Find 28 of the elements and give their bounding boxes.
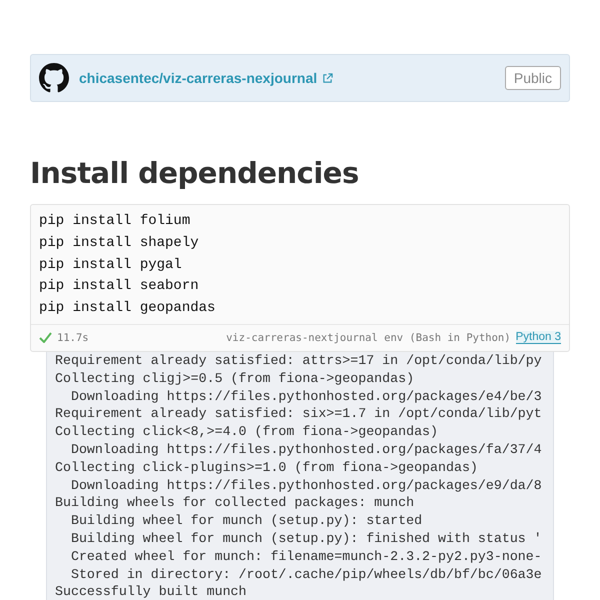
output-line: Building wheel for munch (setup.py): finished with status ' (70, 530, 542, 548)
output-line: Downloading https://files.pythonhosted.org/packages/e4/be/3 (70, 388, 542, 406)
environment-label: viz-carreras-nextjournal env (Bash in Python) (226, 332, 511, 344)
code-line: pip install geopandas (39, 299, 216, 318)
section-heading: Install dependencies (30, 156, 360, 190)
output-line: Collecting cligj>=0.5 (from fiona->geopandas) (55, 370, 414, 388)
output-line: Downloading https://files.pythonhosted.org/packages/fa/37/4 (70, 440, 542, 459)
output-line: Requirement already satisfied: six>=1.7 in /opt/conda/lib/pyt (55, 405, 542, 424)
output-line: Collecting click<8,>=4.0 (from fiona->geopandas) (55, 423, 438, 441)
code-line: pip install seaborn (39, 277, 199, 296)
output-line: Building wheels for collected packages: munch (55, 494, 414, 512)
code-line: pip install shapely (39, 234, 199, 253)
run-duration: 11.7s (57, 332, 89, 344)
output-line: Downloading https://files.pythonhosted.org/packages/e9/da/8 (70, 476, 542, 494)
external-link-icon[interactable] (322, 72, 334, 84)
output-line: Requirement already satisfied: attrs>=17 in /opt/conda/lib/py (55, 352, 542, 370)
output-line: Collecting click-plugins>=1.0 (from fiona->geopandas) (55, 458, 478, 477)
repo-link[interactable]: chicasentec/viz-carreras-nexjournal (79, 70, 318, 86)
cat-logo-icon (39, 63, 69, 93)
code-line: pip install folium (39, 212, 190, 231)
code-editor[interactable]: pip install folium pip install shapely pip install pygal pip install seaborn pip install geopandas (31, 205, 569, 325)
code-line: pip install pygal (39, 256, 182, 275)
output-line: Created wheel for munch: filename=munch-2.3.2-py2.py3-none- (70, 548, 542, 566)
output-line: Successfully built munch (55, 583, 247, 600)
output-line: Building wheel for munch (setup.py): started (70, 512, 422, 530)
language-link[interactable]: Python 3 (516, 331, 561, 344)
visibility-badge: Public (504, 66, 561, 90)
output-line: Stored in directory: /root/.cache/pip/wheels/db/bf/bc/06a3e (70, 566, 542, 584)
